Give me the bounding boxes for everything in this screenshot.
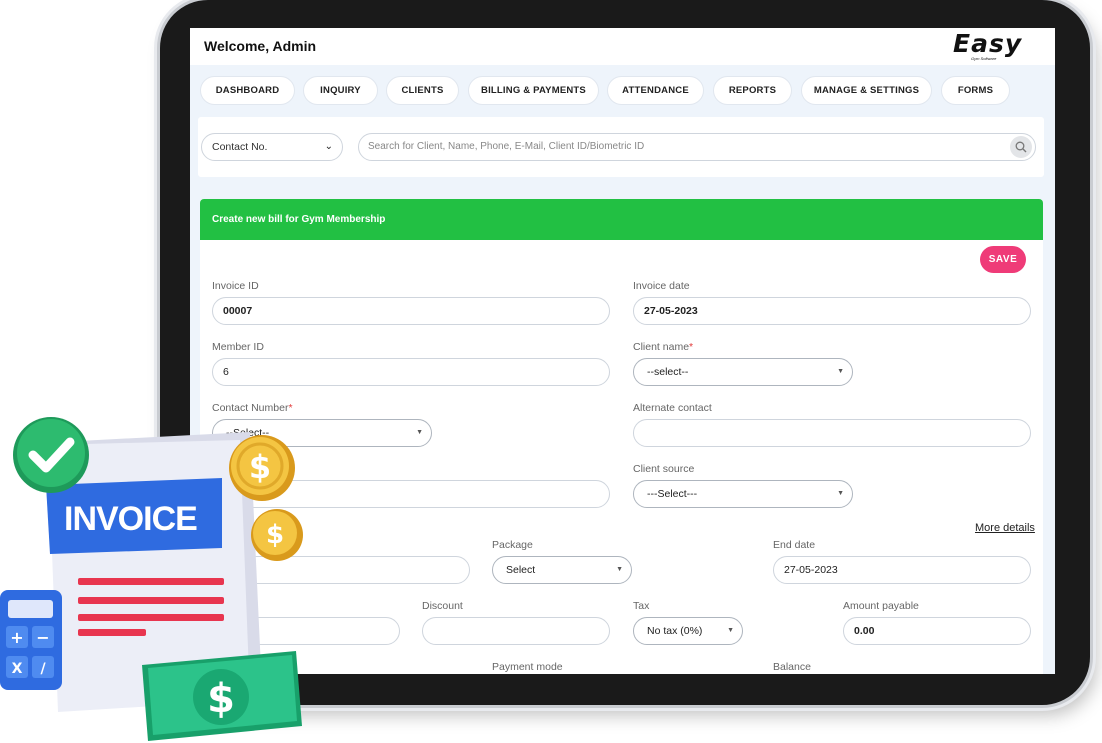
- invoice-line: [78, 597, 224, 604]
- search-filter-select[interactable]: Contact No. ⌄: [201, 133, 343, 161]
- dropdown-arrow-icon: ▼: [416, 429, 423, 436]
- alternate-contact-field[interactable]: [633, 419, 1031, 447]
- invoice-word: INVOICE: [64, 500, 197, 538]
- panel-title: Create new bill for Gym Membership: [200, 199, 1043, 240]
- check-badge-icon: [13, 417, 89, 493]
- nav-inquiry[interactable]: INQUIRY: [303, 76, 378, 105]
- invoice-id-label: Invoice ID: [212, 280, 259, 292]
- package-label: Package: [492, 539, 533, 551]
- dropdown-arrow-icon: ▼: [616, 566, 623, 573]
- page: Welcome, Admin Easy Gym Software DASHBOA…: [0, 0, 1102, 743]
- app-screen: Welcome, Admin Easy Gym Software DASHBOA…: [190, 28, 1055, 674]
- coin-icon: $: [229, 435, 295, 501]
- discount-field[interactable]: [422, 617, 610, 645]
- invoice-line: [78, 614, 224, 621]
- client-source-select[interactable]: ---Select--- ▼: [633, 480, 853, 508]
- member-id-field[interactable]: 6: [212, 358, 610, 386]
- search-bar: Contact No. ⌄ Search for Client, Name, P…: [198, 117, 1044, 177]
- cash-bill-icon: $: [142, 651, 302, 741]
- discount-label: Discount: [422, 600, 463, 612]
- dropdown-arrow-icon: ▼: [837, 490, 844, 497]
- search-placeholder: Search for Client, Name, Phone, E-Mail, …: [368, 141, 645, 152]
- invoice-illustration: INVOICE $ $ + − X / $: [0, 417, 303, 741]
- amount-payable-label: Amount payable: [843, 600, 919, 612]
- dollar-symbol: $: [266, 520, 284, 550]
- nav-clients[interactable]: CLIENTS: [386, 76, 459, 105]
- invoice-line: [78, 629, 146, 636]
- invoice-date-field[interactable]: 27-05-2023: [633, 297, 1031, 325]
- tax-select[interactable]: No tax (0%) ▼: [633, 617, 743, 645]
- invoice-date-label: Invoice date: [633, 280, 690, 292]
- client-name-label-text: Client name: [633, 341, 690, 353]
- search-button[interactable]: [1010, 136, 1032, 158]
- end-date-field[interactable]: 27-05-2023: [773, 556, 1031, 584]
- nav-reports[interactable]: REPORTS: [713, 76, 792, 105]
- nav-billing-payments[interactable]: BILLING & PAYMENTS: [468, 76, 599, 105]
- required-marker: *: [689, 341, 694, 353]
- nav-dashboard[interactable]: DASHBOARD: [200, 76, 295, 105]
- invoice-id-field[interactable]: 00007: [212, 297, 610, 325]
- calc-key: X: [12, 661, 23, 677]
- client-name-value: --select--: [647, 366, 689, 378]
- nav-manage-settings[interactable]: MANAGE & SETTINGS: [801, 76, 932, 105]
- package-value: Select: [506, 564, 536, 576]
- client-name-label: Client name*: [633, 341, 693, 353]
- chevron-down-icon: ⌄: [324, 141, 333, 152]
- welcome-text: Welcome, Admin: [204, 38, 317, 54]
- more-details-link[interactable]: More details: [975, 522, 1035, 534]
- calc-key: −: [36, 628, 49, 647]
- dollar-symbol: $: [207, 676, 235, 722]
- invoice-line: [78, 578, 224, 585]
- client-source-value: ---Select---: [647, 488, 698, 500]
- amount-payable-field[interactable]: 0.00: [843, 617, 1031, 645]
- calculator-icon: + − X /: [0, 590, 62, 690]
- dropdown-arrow-icon: ▼: [837, 368, 844, 375]
- search-icon: [1015, 141, 1027, 153]
- main-nav: DASHBOARD INQUIRY CLIENTS BILLING & PAYM…: [190, 65, 1055, 115]
- calc-key: +: [10, 628, 23, 647]
- create-bill-panel: Create new bill for Gym Membership SAVE …: [200, 199, 1043, 674]
- coin-icon: $: [251, 509, 303, 561]
- tax-label: Tax: [633, 600, 650, 612]
- calc-key: /: [40, 661, 46, 677]
- search-input[interactable]: Search for Client, Name, Phone, E-Mail, …: [358, 133, 1036, 161]
- nav-forms[interactable]: FORMS: [941, 76, 1010, 105]
- dollar-symbol: $: [249, 448, 271, 486]
- payment-mode-label: Payment mode: [492, 661, 563, 673]
- dropdown-arrow-icon: ▼: [727, 627, 734, 634]
- package-select[interactable]: Select ▼: [492, 556, 632, 584]
- balance-label: Balance: [773, 661, 811, 673]
- client-source-label: Client source: [633, 463, 695, 475]
- app-logo-subtitle: Gym Software: [971, 56, 997, 61]
- save-button[interactable]: SAVE: [980, 246, 1026, 273]
- alternate-contact-label: Alternate contact: [633, 402, 712, 414]
- end-date-label: End date: [773, 539, 816, 551]
- app-logo: Easy: [953, 29, 1023, 58]
- member-id-label: Member ID: [212, 341, 264, 353]
- top-bar: Welcome, Admin Easy Gym Software: [190, 28, 1055, 65]
- search-filter-value: Contact No.: [212, 141, 268, 153]
- tax-value: No tax (0%): [647, 625, 703, 637]
- nav-attendance[interactable]: ATTENDANCE: [607, 76, 704, 105]
- client-name-select[interactable]: --select-- ▼: [633, 358, 853, 386]
